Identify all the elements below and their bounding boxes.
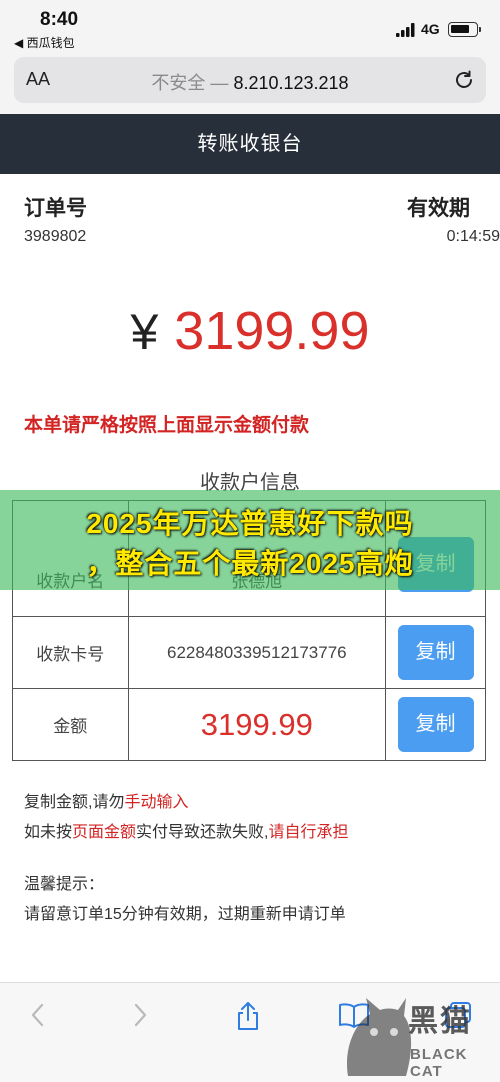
expiry-label: 有效期 [407,197,470,220]
note-text: 实付导致还款失败, [136,824,269,841]
exact-amount-warning: 本单请严格按照上面显示金额付款 [24,415,310,436]
card-number-label: 收款卡号 [12,616,129,689]
status-bar: 8:40 ◀ 西瓜钱包 4G [0,0,500,52]
card-number-value: 6228480339512173776 [127,616,387,689]
order-number: 3989802 [24,228,87,245]
battery-tip [479,27,481,32]
copy-note: 复制金额,请勿手动输入 [24,788,188,812]
network-type: 4G [421,21,440,37]
url-text[interactable]: 不安全 — 8.210.123.218 [14,69,486,95]
cell-action: 复制 [385,616,486,689]
share-icon[interactable] [234,1001,262,1031]
liability-note: 如未按页面金额实付导致还款失败,请自行承担 [24,818,349,842]
note-text: 如未按 [24,824,73,841]
note-highlight: 页面金额 [72,824,137,841]
note-highlight: 请自行承担 [268,824,349,841]
insecure-label: 不安全 — [151,73,234,93]
cell-action: 复制 [385,688,486,761]
table-row: 金额 3199.99 复制 [12,688,486,761]
url-host: 8.210.123.218 [233,73,349,93]
copy-card-button[interactable]: 复制 [397,625,474,680]
countdown-timer: 0:14:59 [446,228,500,245]
amount-table-value: 3199.99 [127,688,387,761]
back-to-app-link[interactable]: ◀ 西瓜钱包 [14,34,75,51]
payment-amount: ¥3199.99 [0,300,500,362]
back-icon[interactable] [26,1001,50,1029]
page-title: 转账收银台 [0,114,500,174]
reload-icon[interactable] [452,68,476,92]
note-text: 复制金额,请勿 [24,794,125,811]
amount-label: 金额 [12,688,129,761]
order-number-label: 订单号 [24,197,87,220]
forward-icon[interactable] [128,1001,152,1029]
tips-title: 温馨提示： [24,876,105,893]
battery-icon [448,22,481,37]
currency-symbol: ¥ [130,304,159,360]
note-highlight: 手动输入 [124,794,189,811]
tips-body: 请留意订单15分钟有效期，过期重新申请订单 [24,906,346,923]
watermark-text-line1: 2025年万达普惠好下款吗 [86,508,414,539]
browser-toolbar: AA 不安全 — 8.210.123.218 [0,52,500,114]
battery-level [451,25,469,33]
signal-icon [396,23,415,37]
table-row: 收款卡号 6228480339512173776 复制 [12,616,486,689]
watermark-subtitle: BLACK CAT [410,1046,468,1080]
copy-amount-button[interactable]: 复制 [397,697,474,752]
watermark-title: 黑猫 [408,1005,472,1038]
watermark-text-line2: ，整合五个最新2025高炮 [86,548,414,579]
status-time: 8:40 [40,9,79,30]
address-bar[interactable]: AA 不安全 — 8.210.123.218 [14,57,486,103]
amount-value: 3199.99 [174,301,370,361]
